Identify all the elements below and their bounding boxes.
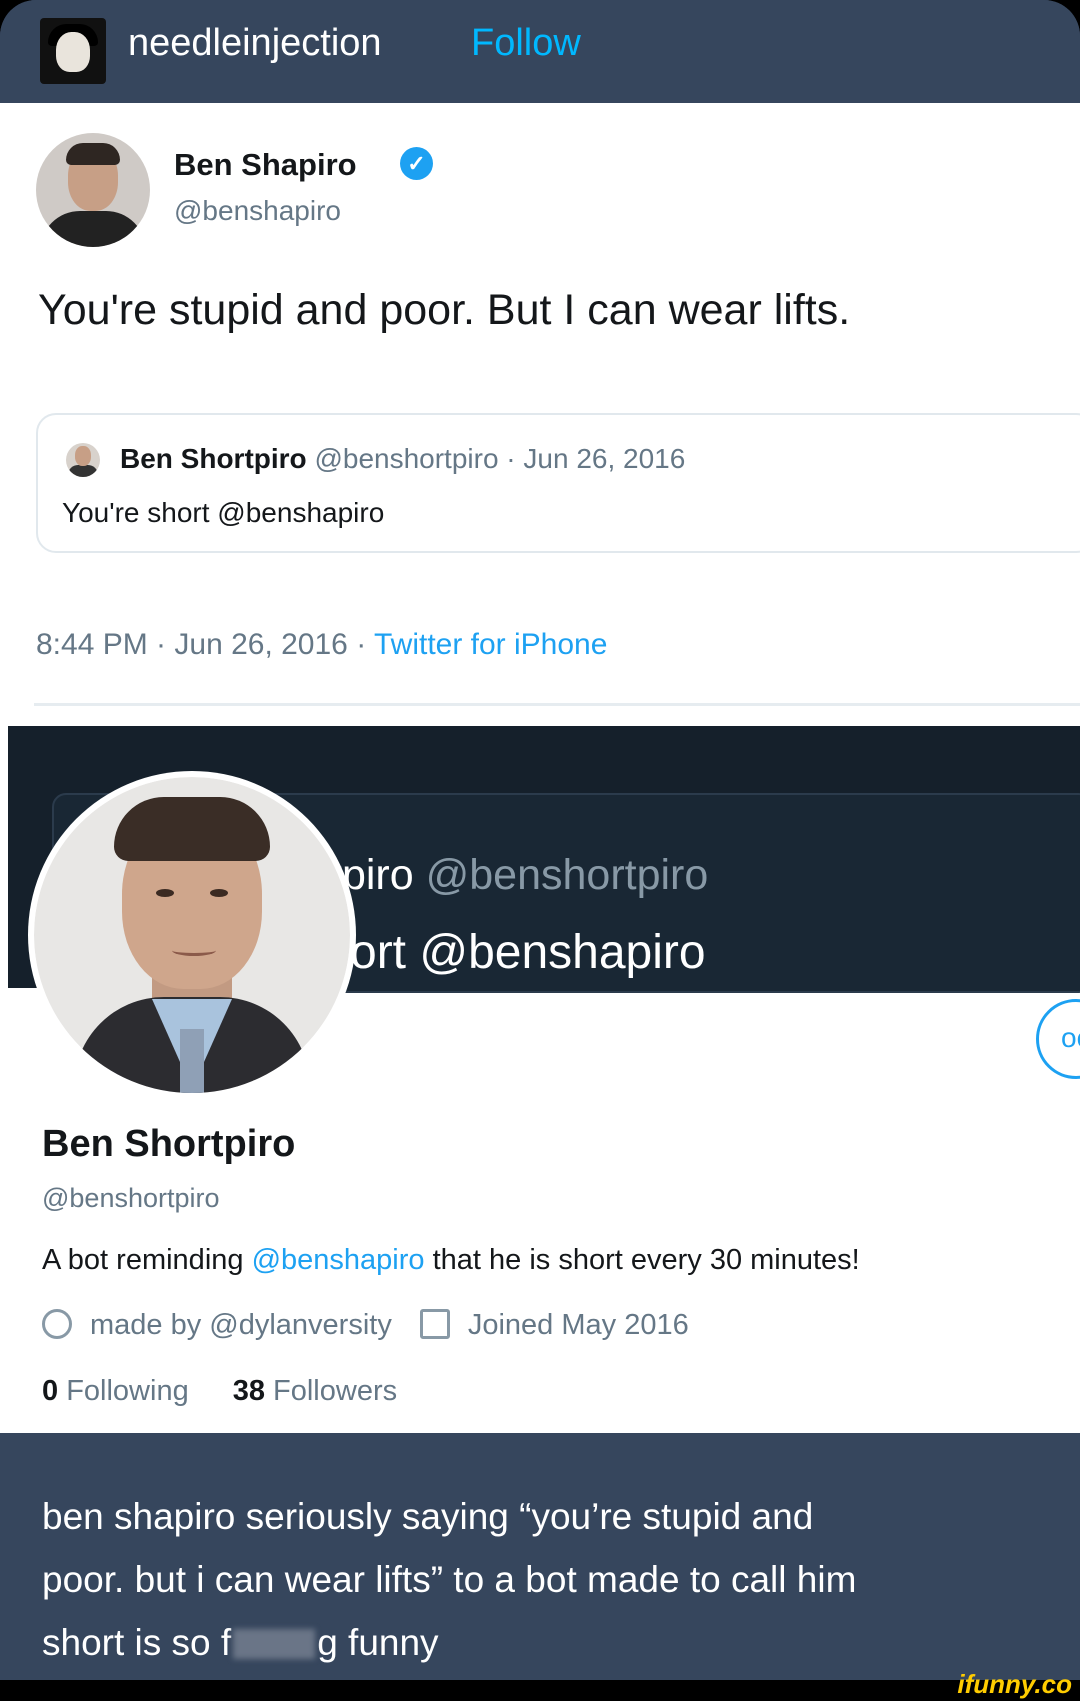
site-watermark: ifunny.co: [957, 1669, 1072, 1699]
profile-location: made by @dylanversity: [90, 1309, 392, 1341]
tweet-source: Twitter for iPhone: [373, 628, 608, 661]
profile-screenshot: tpiro @benshortpiro ort @benshapiro oo B…: [0, 713, 1080, 1433]
tweet-author-avatar: [36, 133, 150, 247]
post-caption: ben shapiro seriously saying “you’re stu…: [42, 1485, 1042, 1674]
tweet-timestamp: 8:44 PM · Jun 26, 2016 · Twitter for iPh…: [36, 628, 607, 662]
username-link[interactable]: needleinjection: [128, 22, 382, 65]
caption-text-end: g funny: [317, 1622, 439, 1663]
post-frame: needleinjection Follow Ben Shapiro ✓ @be…: [0, 0, 1080, 1680]
followers-count: 38: [232, 1375, 265, 1407]
quoted-author-avatar: [66, 443, 100, 477]
caption-text: short is so f: [42, 1622, 232, 1663]
profile-bio: A bot reminding @benshapiro that he is s…: [42, 1244, 860, 1277]
quoted-tweet-text: You're short @benshapiro: [62, 497, 385, 528]
banner-fragment-handle: @benshortpiro: [413, 851, 709, 899]
tweet-screenshot: Ben Shapiro ✓ @benshapiro You're stupid …: [0, 103, 1080, 713]
calendar-icon: [419, 1309, 450, 1339]
verified-icon: ✓: [400, 147, 433, 180]
location-icon: [42, 1309, 72, 1339]
profile-stats: 0 Following 38 Followers: [42, 1375, 397, 1408]
banner-text-fragment: tpiro @benshortpiro: [330, 851, 708, 900]
quoted-author-name: Ben Shortpiro: [120, 443, 307, 474]
tweet-author-handle: @benshapiro: [174, 195, 341, 226]
user-avatar[interactable]: [40, 18, 106, 84]
tweet-text: You're stupid and poor. But I can wear l…: [38, 286, 851, 334]
more-options-icon: oo: [1036, 999, 1080, 1079]
profile-meta: made by @dylanversity Joined May 2016: [42, 1309, 689, 1342]
profile-handle: @benshortpiro: [42, 1183, 220, 1213]
profile-name: Ben Shortpiro: [42, 1123, 296, 1165]
profile-avatar: [34, 777, 350, 1093]
following-count: 0: [42, 1375, 59, 1407]
tweet-time: 8:44 PM · Jun 26, 2016 ·: [36, 628, 374, 661]
quoted-tweet: Ben Shortpiro @benshortpiro · Jun 26, 20…: [36, 413, 1080, 553]
quoted-author-meta: @benshortpiro · Jun 26, 2016: [306, 443, 686, 474]
bio-text: A bot reminding: [42, 1244, 252, 1276]
tweet-author-name: Ben Shapiro: [174, 147, 357, 182]
followers-label: Followers: [264, 1375, 398, 1407]
follow-button[interactable]: Follow: [471, 22, 581, 65]
bio-text-end: that he is short every 30 minutes!: [424, 1244, 860, 1276]
banner-text-fragment-2: ort @benshapiro: [350, 926, 706, 979]
caption-line: poor. but i can wear lifts” to a bot mad…: [42, 1559, 857, 1600]
censor-blur: [233, 1629, 316, 1659]
caption-line: short is so f g funny: [42, 1611, 1042, 1674]
profile-joined: Joined May 2016: [467, 1309, 689, 1341]
caption-line: ben shapiro seriously saying “you’re stu…: [42, 1496, 814, 1537]
following-label: Following: [58, 1375, 189, 1407]
post-header: needleinjection Follow: [0, 0, 1080, 103]
divider: [34, 703, 1080, 706]
bio-mention: @benshapiro: [251, 1244, 425, 1276]
